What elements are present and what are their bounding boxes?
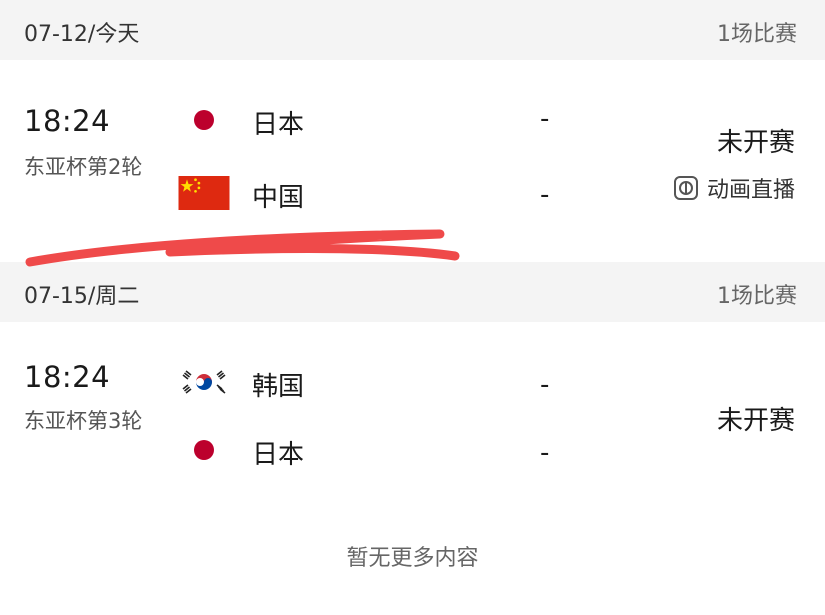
match-round: 东亚杯第2轮 xyxy=(24,155,143,179)
home-score: - xyxy=(540,370,550,400)
no-more-content-label: 暂无更多内容 xyxy=(346,546,479,571)
away-team-name: 中国 xyxy=(252,183,305,213)
date-label: 07-15/周二 xyxy=(24,284,140,309)
away-team-name: 日本 xyxy=(252,440,305,470)
date-label: 07-12/今天 xyxy=(24,22,140,47)
match-time: 18:24 xyxy=(24,104,111,138)
match-status: 未开赛 xyxy=(716,406,795,436)
away-score: - xyxy=(540,438,550,468)
home-team-name: 日本 xyxy=(252,110,305,140)
home-team-name: 韩国 xyxy=(252,372,305,402)
animation-live-icon xyxy=(673,176,698,200)
match-count: 1场比赛 xyxy=(717,284,797,309)
match-round: 东亚杯第3轮 xyxy=(24,409,143,433)
match-card[interactable]: 18:24 东亚杯第2轮 日本 中国 - - 未开赛 动画直播 xyxy=(0,70,825,254)
animation-live-button[interactable]: 动画直播 xyxy=(673,172,795,204)
away-score: - xyxy=(540,180,550,210)
date-header: 07-12/今天 1场比赛 xyxy=(0,0,825,60)
home-score: - xyxy=(540,104,550,134)
japan-flag-icon xyxy=(178,103,230,137)
korea-flag-icon xyxy=(178,365,230,399)
date-header: 07-15/周二 1场比赛 xyxy=(0,262,825,322)
match-time: 18:24 xyxy=(24,360,111,394)
match-count: 1场比赛 xyxy=(717,22,797,47)
match-status: 未开赛 xyxy=(716,128,795,158)
china-flag-icon xyxy=(178,176,230,210)
japan-flag-icon xyxy=(178,433,230,467)
animation-live-label: 动画直播 xyxy=(706,178,795,203)
match-card[interactable]: 18:24 东亚杯第3轮 韩国 日本 - - 未开赛 xyxy=(0,332,825,512)
